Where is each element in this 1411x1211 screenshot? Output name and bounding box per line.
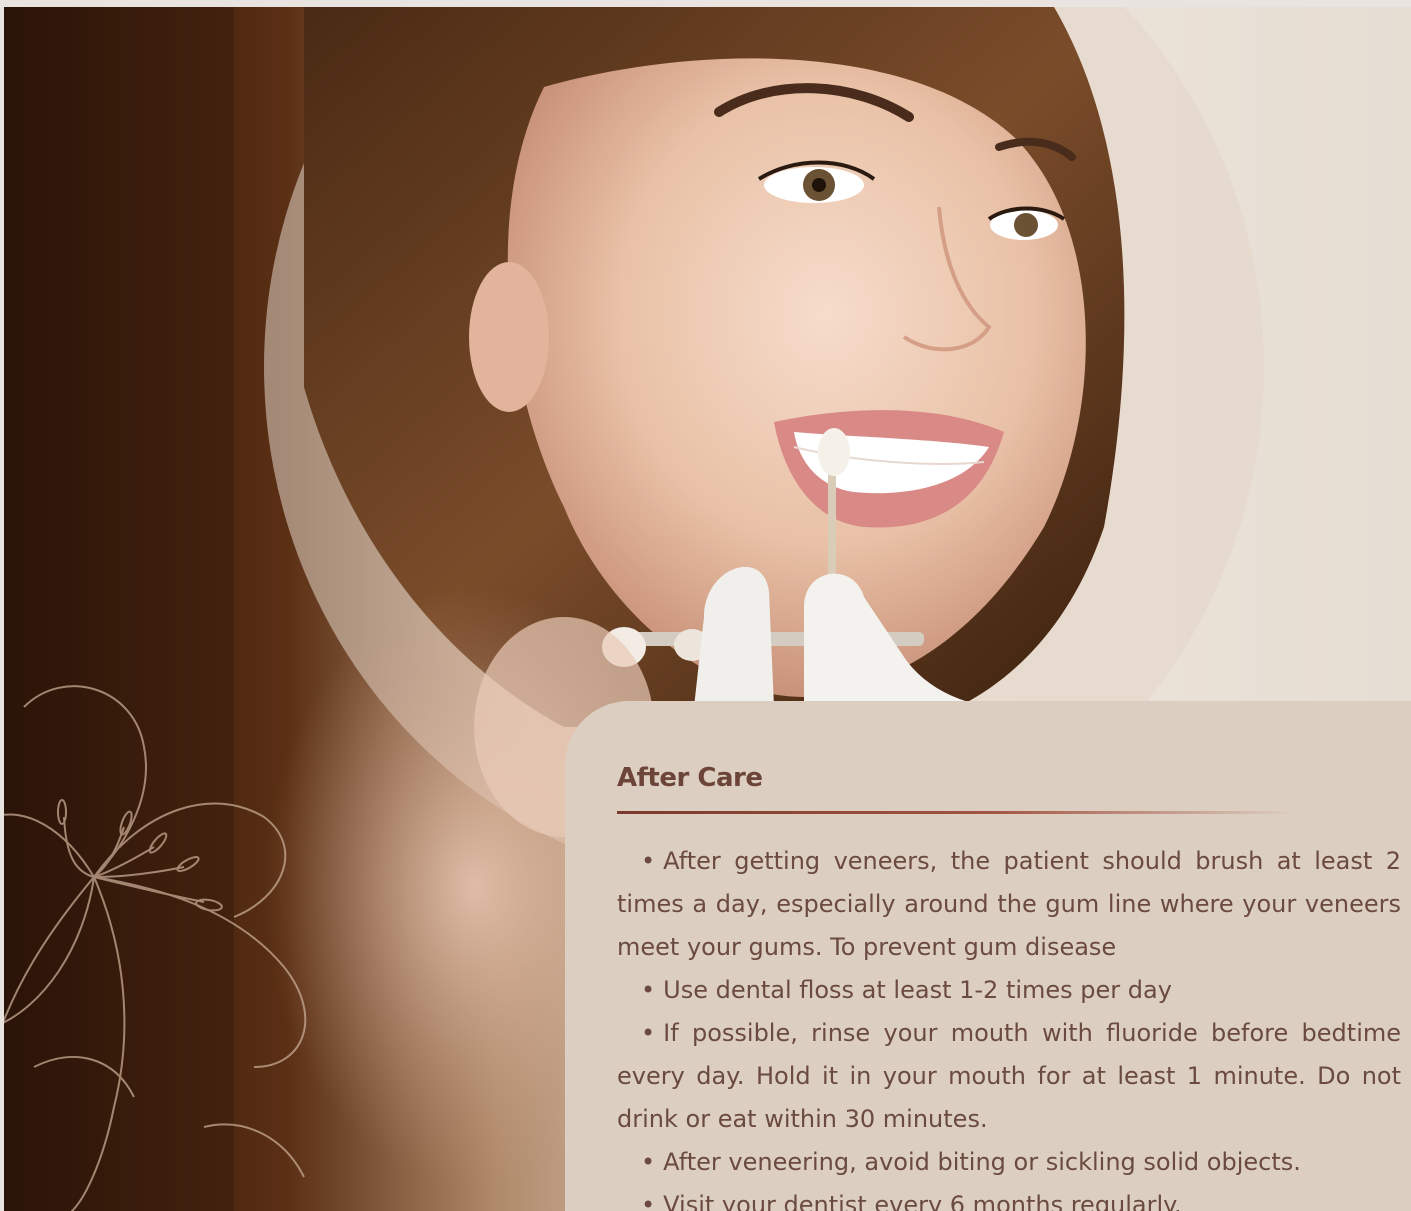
page: After Care • After getting veneers, the p… (0, 0, 1411, 1211)
after-care-list: • After getting veneers, the patient shou… (617, 840, 1401, 1211)
list-item: • Use dental floss at least 1-2 times per… (617, 969, 1401, 1012)
after-care-card: After Care • After getting veneers, the p… (565, 701, 1411, 1211)
list-item-text: If possible, rinse your mouth with fluor… (617, 1019, 1401, 1133)
title-divider (617, 811, 1297, 814)
list-item-text: After veneering, avoid biting or sicklin… (663, 1148, 1301, 1176)
bullet: • (641, 1019, 656, 1047)
list-item: • If possible, rinse your mouth with fluo… (617, 1012, 1401, 1141)
list-item-text: After getting veneers, the patient shoul… (617, 847, 1401, 961)
list-item: • Visit your dentist every 6 months regul… (617, 1184, 1401, 1211)
lily-line-art-icon (4, 685, 307, 1211)
bullet: • (641, 847, 656, 875)
list-item-text: Visit your dentist every 6 months regula… (663, 1191, 1182, 1211)
card-title: After Care (617, 763, 763, 793)
list-item-text: Use dental floss at least 1-2 times per … (663, 976, 1172, 1004)
list-item: • After veneering, avoid biting or sickli… (617, 1141, 1401, 1184)
list-item: • After getting veneers, the patient shou… (617, 840, 1401, 969)
bullet: • (641, 1191, 656, 1211)
bullet: • (641, 1148, 656, 1176)
bullet: • (641, 976, 656, 1004)
